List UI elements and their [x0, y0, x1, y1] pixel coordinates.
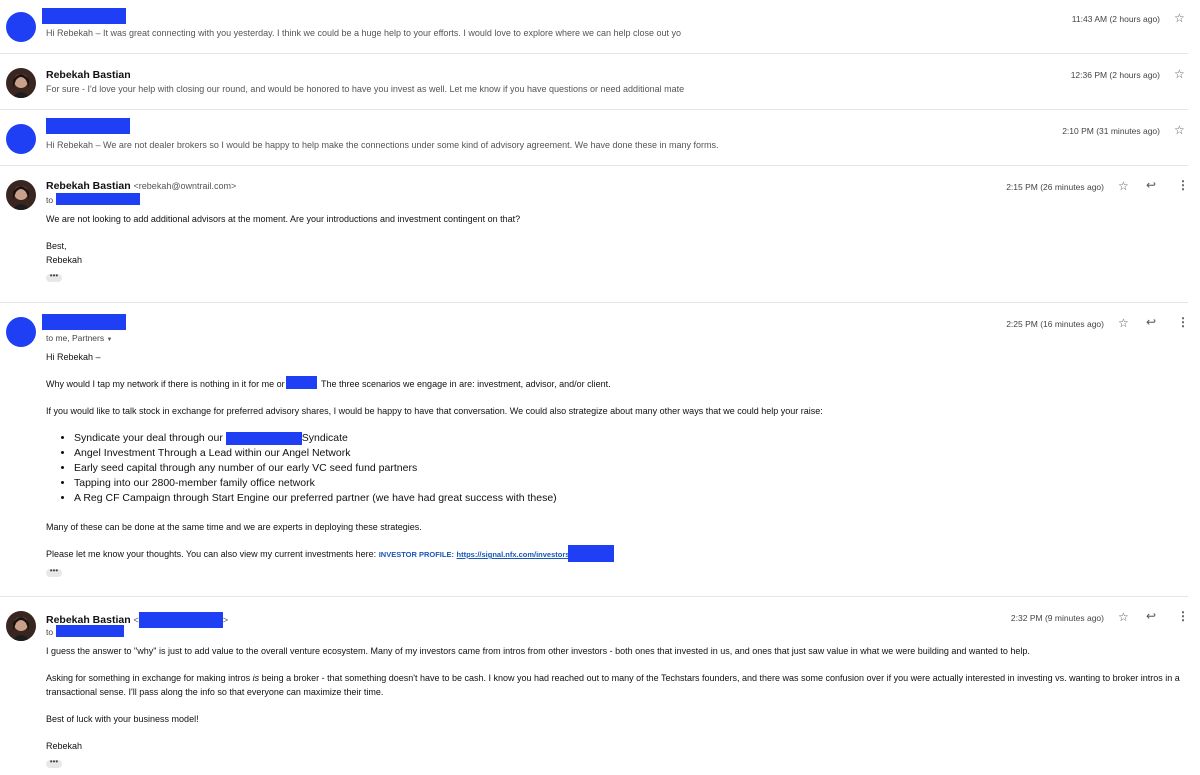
profile-photo-icon: [12, 74, 30, 98]
sender-name: Rebekah Bastian: [46, 69, 131, 81]
star-icon[interactable]: ☆: [1118, 316, 1129, 330]
avatar: [6, 611, 36, 641]
show-trimmed-content-icon[interactable]: •••: [46, 272, 62, 282]
recipient-line: to: [46, 195, 54, 205]
body-line: Best of luck with your business model!: [46, 714, 199, 724]
sender-email-close: >: [222, 614, 229, 625]
recipient-text: to me, Partners: [46, 333, 105, 343]
message-1[interactable]: Hi Rebekah – It was great connecting wit…: [0, 0, 1188, 54]
sender-name-text: Rebekah Bastian: [46, 180, 131, 192]
message-3[interactable]: Hi Rebekah – We are not dealer brokers s…: [0, 110, 1188, 165]
redacted-sender-name: [46, 118, 130, 134]
recipient-line: to: [46, 627, 54, 637]
list-item: Syndicate your deal through our Syndicat…: [74, 431, 557, 446]
message-snippet: For sure - I'd love your help with closi…: [46, 84, 685, 94]
body-line: Please let me know your thoughts. You ca…: [46, 549, 572, 559]
avatar: [6, 68, 36, 98]
show-trimmed-content-icon[interactable]: •••: [46, 567, 62, 577]
body-line: The three scenarios we engage in are: in…: [321, 379, 611, 389]
redacted-recipient: [56, 625, 124, 637]
message-snippet: Hi Rebekah – It was great connecting wit…: [46, 28, 682, 38]
show-trimmed-content-icon[interactable]: •••: [46, 758, 62, 768]
redacted-sender-email: [138, 612, 223, 628]
body-line: We are not looking to add additional adv…: [46, 214, 521, 224]
redacted-sender-name: [42, 314, 126, 330]
more-vert-icon[interactable]: ⋮: [1177, 178, 1189, 192]
body-line: Rebekah: [46, 255, 83, 265]
message-4: Rebekah Bastian <rebekah@owntrail.com> t…: [0, 166, 1189, 302]
sender-name-text: Rebekah Bastian: [46, 613, 131, 626]
investor-profile-label: INVESTOR PROFILE:: [378, 550, 454, 559]
message-time: 2:15 PM (26 minutes ago): [1006, 182, 1104, 192]
message-6: Rebekah Bastian < > to 2:32 PM (9 minutes…: [0, 597, 1189, 775]
message-snippet: Hi Rebekah – We are not dealer brokers s…: [46, 140, 719, 150]
recipient-line[interactable]: to me, Partners ▼: [46, 333, 112, 343]
reply-icon[interactable]: ↩: [1146, 315, 1156, 329]
investor-profile-link[interactable]: https://signal.nfx.com/investors/: [457, 550, 572, 559]
avatar: [6, 12, 36, 42]
more-vert-icon[interactable]: ⋮: [1177, 609, 1189, 623]
profile-photo-icon: [12, 617, 30, 641]
chevron-down-icon[interactable]: ▼: [106, 337, 112, 343]
star-icon[interactable]: ☆: [1174, 11, 1185, 25]
body-line: Best,: [46, 241, 67, 251]
redacted-syndicate-name: [225, 431, 302, 445]
list-item: A Reg CF Campaign through Start Engine o…: [74, 491, 557, 506]
body-line: Many of these can be done at the same ti…: [46, 522, 422, 532]
list-item: Early seed capital through any number of…: [74, 461, 557, 476]
body-line: If you would like to talk stock in excha…: [46, 406, 823, 416]
body-line: transactional sense. I'll pass along the…: [46, 687, 384, 697]
list-item: Tapping into our 2800-member family offi…: [74, 476, 557, 491]
message-time: 11:43 AM (2 hours ago): [1071, 14, 1160, 24]
profile-photo-icon: [12, 186, 30, 210]
message-time: 2:32 PM (9 minutes ago): [1010, 613, 1104, 623]
redacted-sender-name: [42, 8, 126, 24]
message-5: to me, Partners ▼ 2:25 PM (16 minutes ag…: [0, 303, 1189, 596]
sender-name: Rebekah Bastian <rebekah@owntrail.com>: [46, 180, 236, 192]
message-time: 12:36 PM (2 hours ago): [1070, 70, 1160, 80]
star-icon[interactable]: ☆: [1118, 179, 1129, 193]
redacted-company: [286, 376, 317, 389]
more-vert-icon[interactable]: ⋮: [1177, 315, 1189, 329]
avatar: [6, 180, 36, 210]
star-icon[interactable]: ☆: [1118, 610, 1129, 624]
message-2[interactable]: Rebekah Bastian For sure - I'd love your…: [0, 54, 1188, 109]
reply-icon[interactable]: ↩: [1146, 609, 1156, 623]
body-line: Asking for something in exchange for mak…: [46, 673, 1180, 683]
avatar: [6, 317, 36, 347]
star-icon[interactable]: ☆: [1174, 123, 1185, 137]
body-line: I guess the answer to "why" is just to a…: [46, 646, 1030, 656]
redacted-investor-id: [568, 545, 614, 562]
avatar: [6, 124, 36, 154]
message-time: 2:10 PM (31 minutes ago): [1062, 126, 1160, 136]
star-icon[interactable]: ☆: [1174, 67, 1185, 81]
redacted-recipient: [56, 193, 140, 205]
list-item: Angel Investment Through a Lead within o…: [74, 446, 557, 461]
message-time: 2:25 PM (16 minutes ago): [1006, 319, 1104, 329]
sender-email: <rebekah@owntrail.com>: [133, 181, 237, 191]
body-line: Rebekah: [46, 741, 83, 751]
reply-icon[interactable]: ↩: [1146, 178, 1156, 192]
services-list: Syndicate your deal through our Syndicat…: [56, 431, 557, 506]
greeting: Hi Rebekah –: [46, 352, 101, 362]
body-line: Why would I tap my network if there is n…: [46, 379, 285, 389]
